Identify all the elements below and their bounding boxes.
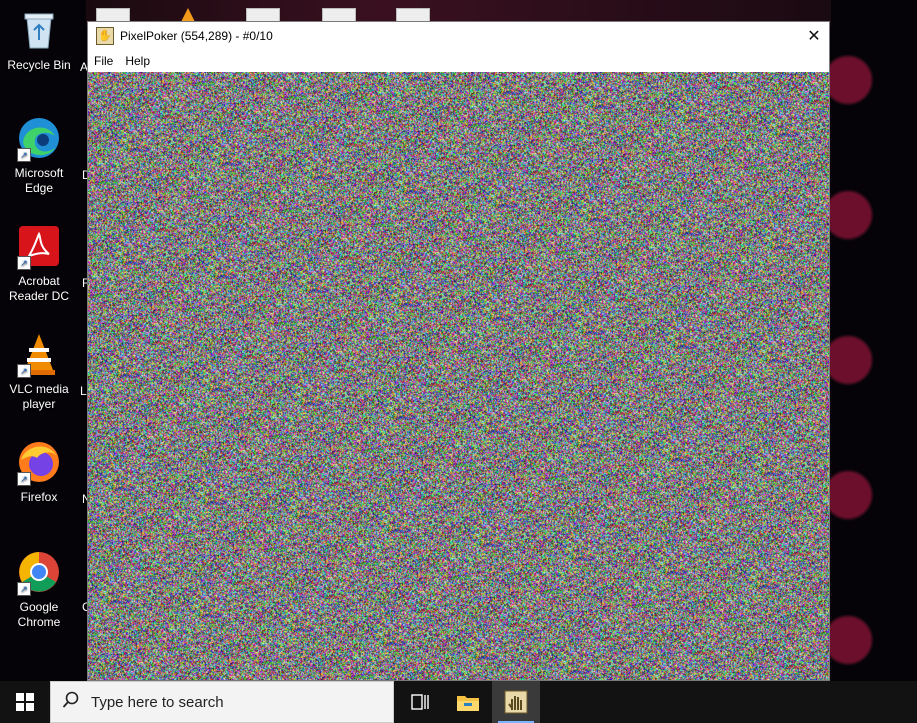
- desktop-icon-label: Acrobat Reader DC: [8, 274, 70, 303]
- title-bar[interactable]: ✋ PixelPoker (554,289) - #0/10 ✕: [88, 22, 829, 50]
- desktop-icon-label: Google Chrome: [17, 600, 61, 629]
- shortcut-arrow-icon: ↗: [17, 582, 31, 596]
- magnifier-icon: [51, 691, 91, 714]
- acrobat-icon: ↗: [17, 224, 61, 270]
- file-explorer-icon: [457, 696, 479, 711]
- shortcut-arrow-icon: ↗: [17, 364, 31, 378]
- task-view-button[interactable]: [396, 681, 444, 723]
- pixelpoker-app-icon: [504, 690, 528, 714]
- vlc-icon: ↗: [17, 332, 61, 378]
- window-title: PixelPoker (554,289) - #0/10: [120, 29, 273, 43]
- hand-icon: ✋: [96, 27, 114, 45]
- desktop-icon-label: Microsoft Edge: [14, 166, 64, 195]
- windows-logo-icon: [16, 693, 34, 711]
- desktop-icon-label: Firefox: [20, 490, 58, 504]
- shortcut-arrow-icon: ↗: [17, 472, 31, 486]
- desktop-icon-chrome[interactable]: ↗ Google Chrome: [0, 550, 78, 630]
- menu-help[interactable]: Help: [119, 54, 156, 68]
- close-button[interactable]: ✕: [799, 22, 829, 50]
- desktop-icon-firefox[interactable]: ↗ Firefox: [0, 440, 78, 505]
- shortcut-arrow-icon: ↗: [17, 256, 31, 270]
- shortcut-arrow-icon: ↗: [17, 148, 31, 162]
- chrome-icon: ↗: [17, 550, 61, 596]
- desktop-icon-vlc[interactable]: ↗ VLC media player: [0, 332, 78, 412]
- task-view-icon: [411, 694, 429, 710]
- desktop-icon-recycle-bin[interactable]: Recycle Bin: [0, 8, 78, 73]
- pixelpoker-window[interactable]: ✋ PixelPoker (554,289) - #0/10 ✕ File He…: [88, 22, 829, 680]
- desktop-icon-label: Recycle Bin: [7, 58, 71, 72]
- search-placeholder: Type here to search: [91, 693, 224, 711]
- search-box[interactable]: Type here to search: [50, 681, 394, 723]
- noise-canvas[interactable]: [88, 72, 829, 680]
- desktop-icon-edge[interactable]: ↗ Microsoft Edge: [0, 116, 78, 196]
- start-button[interactable]: [0, 681, 50, 723]
- pixelpoker-taskbar-button[interactable]: [492, 681, 540, 723]
- edge-icon: ↗: [17, 116, 61, 162]
- file-explorer-button[interactable]: [444, 681, 492, 723]
- menu-bar: File Help: [88, 50, 829, 72]
- desktop-icon-acrobat[interactable]: ↗ Acrobat Reader DC: [0, 224, 78, 304]
- recycle-bin-icon: [17, 8, 61, 52]
- cut-label: A: [80, 60, 89, 74]
- cut-label: L: [80, 384, 87, 398]
- menu-file[interactable]: File: [88, 54, 119, 68]
- taskbar: Type here to search: [0, 681, 917, 723]
- desktop-icon-label: VLC media player: [9, 382, 69, 411]
- firefox-icon: ↗: [17, 440, 61, 486]
